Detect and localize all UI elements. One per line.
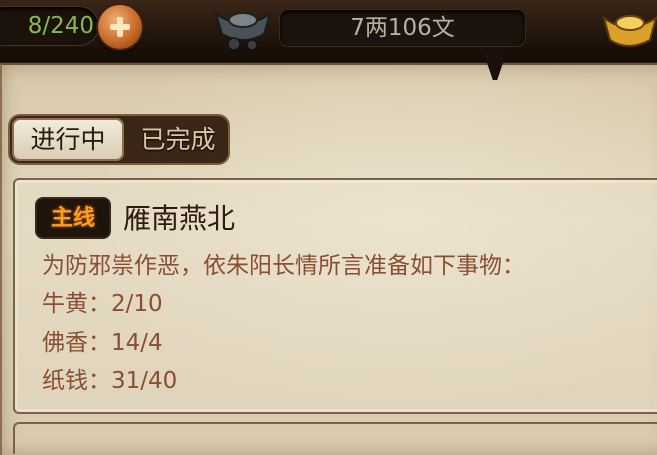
- quest-title: 雁南燕北: [123, 202, 236, 235]
- requirement-item: 纸钱：31/40: [42, 368, 178, 394]
- silver-ingot-icon: [214, 11, 272, 51]
- badge-label: 主线: [50, 205, 95, 231]
- gold-ingot-icon[interactable]: [600, 6, 657, 52]
- currency-display: 7两106文: [280, 10, 525, 46]
- resource-bar: 8/240 7两106文: [0, 0, 657, 62]
- quest-tabs: 进行中 已完成: [10, 116, 228, 163]
- quest-description: 为防邪祟作恶，依朱阳长情所言准备如下事物：: [42, 253, 525, 279]
- next-quest-card[interactable]: [13, 422, 657, 454]
- requirement-item: 佛香：14/4: [42, 330, 163, 356]
- main-quest-badge: 主线: [37, 199, 109, 237]
- requirement-item: 牛黄：2/10: [42, 291, 163, 317]
- tab-in-progress[interactable]: 进行中: [12, 118, 124, 161]
- plus-icon[interactable]: [98, 5, 142, 49]
- stamina-counter: 8/240: [0, 7, 98, 45]
- tab-completed[interactable]: 已完成: [128, 116, 228, 163]
